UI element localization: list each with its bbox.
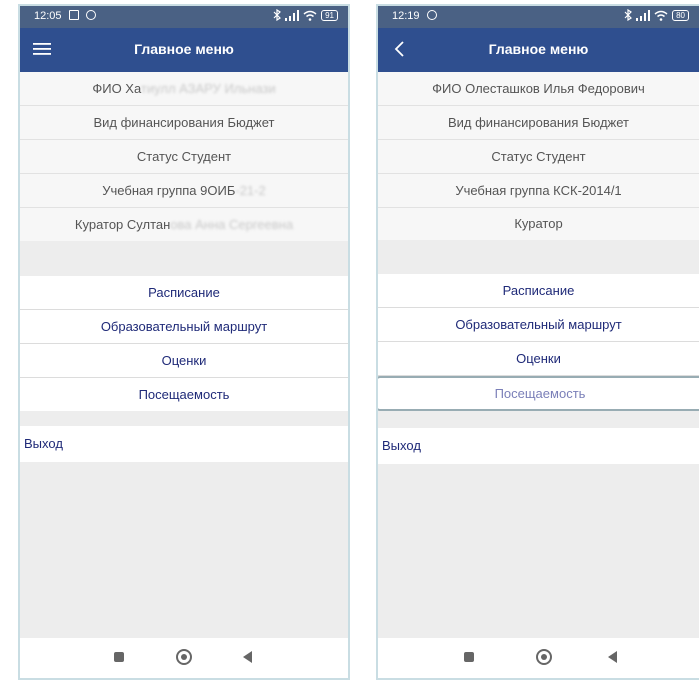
info-fio-value: ФИО Ха: [92, 81, 141, 96]
gallery-icon: [68, 10, 79, 20]
signal-icon: [636, 9, 651, 21]
status-time: 12:05: [34, 10, 62, 22]
info-financing: Вид финансирования Бюджет: [20, 106, 348, 140]
menu-item-attendance[interactable]: Посещаемость: [20, 378, 348, 411]
alarm-icon: [85, 10, 96, 20]
info-group-value: Учебная группа 9ОИБ: [102, 183, 236, 198]
circle-icon[interactable]: [176, 649, 192, 665]
status-time: 12:19: [392, 10, 420, 22]
info-status: Статус Студент: [20, 140, 348, 174]
wifi-icon: [303, 10, 317, 21]
main-menu: Расписание Образовательный маршрут Оценк…: [20, 276, 348, 411]
phone-screen-right: 12:19 80 Главное меню ФИО Олесташков Иль…: [376, 4, 699, 680]
wifi-icon: [654, 10, 668, 21]
info-curator-hidden: ова Анна Сергеевна: [170, 217, 294, 232]
status-bar: 12:19 80: [378, 6, 699, 28]
alarm-icon: [426, 10, 437, 20]
status-bar: 12:05 91: [20, 6, 348, 28]
square-icon[interactable]: [114, 652, 124, 662]
profile-info: ФИО Олесташков Илья Федорович Вид финанс…: [378, 72, 699, 240]
profile-info: ФИО Хатиулл АЗАРУ Ильнази Вид финансиров…: [20, 72, 348, 241]
bluetooth-icon: [624, 9, 633, 21]
info-curator: Куратор Султанова Анна Сергеевна: [20, 208, 348, 241]
exit-button[interactable]: Выход: [378, 428, 699, 464]
info-fio: ФИО Хатиулл АЗАРУ Ильнази: [20, 72, 348, 106]
circle-icon[interactable]: [536, 649, 552, 665]
battery-icon: 80: [672, 9, 689, 21]
bluetooth-icon: [273, 9, 282, 21]
phone-screen-left: 12:05 91 Главное меню ФИО Хатиулл АЗАРУ …: [18, 4, 350, 680]
signal-icon: [285, 9, 300, 21]
info-status: Статус Студент: [378, 140, 699, 174]
info-curator-value: Куратор Султан: [74, 217, 171, 232]
page-title: Главное меню: [488, 41, 589, 57]
menu-item-grades[interactable]: Оценки: [20, 344, 348, 378]
menu-item-attendance[interactable]: Посещаемость: [378, 376, 699, 411]
menu-item-education-route[interactable]: Образовательный маршрут: [20, 310, 348, 344]
main-menu: Расписание Образовательный маршрут Оценк…: [378, 274, 699, 411]
info-financing: Вид финансирования Бюджет: [378, 106, 699, 140]
menu-item-schedule[interactable]: Расписание: [20, 276, 348, 310]
android-nav-bar: [378, 638, 699, 678]
info-fio: ФИО Олесташков Илья Федорович: [378, 72, 699, 106]
info-group: Учебная группа КСК-2014/1: [378, 174, 699, 208]
battery-icon: 91: [321, 9, 338, 21]
app-bar: Главное меню: [378, 28, 699, 72]
info-group: Учебная группа 9ОИБ-21-2: [20, 174, 348, 208]
app-bar: Главное меню: [20, 28, 348, 72]
exit-button[interactable]: Выход: [20, 426, 348, 462]
menu-item-schedule[interactable]: Расписание: [378, 274, 699, 308]
triangle-back-icon[interactable]: [608, 651, 617, 663]
info-fio-hidden: тиулл АЗАРУ Ильнази: [140, 81, 276, 96]
info-group-hidden: -21-2: [235, 183, 266, 198]
menu-item-grades[interactable]: Оценки: [378, 342, 699, 376]
android-nav-bar: [20, 638, 348, 678]
info-curator: Куратор: [514, 216, 563, 231]
square-icon[interactable]: [464, 652, 474, 662]
triangle-back-icon[interactable]: [243, 651, 252, 663]
menu-item-education-route[interactable]: Образовательный маршрут: [378, 308, 699, 342]
page-title: Главное меню: [134, 41, 234, 57]
